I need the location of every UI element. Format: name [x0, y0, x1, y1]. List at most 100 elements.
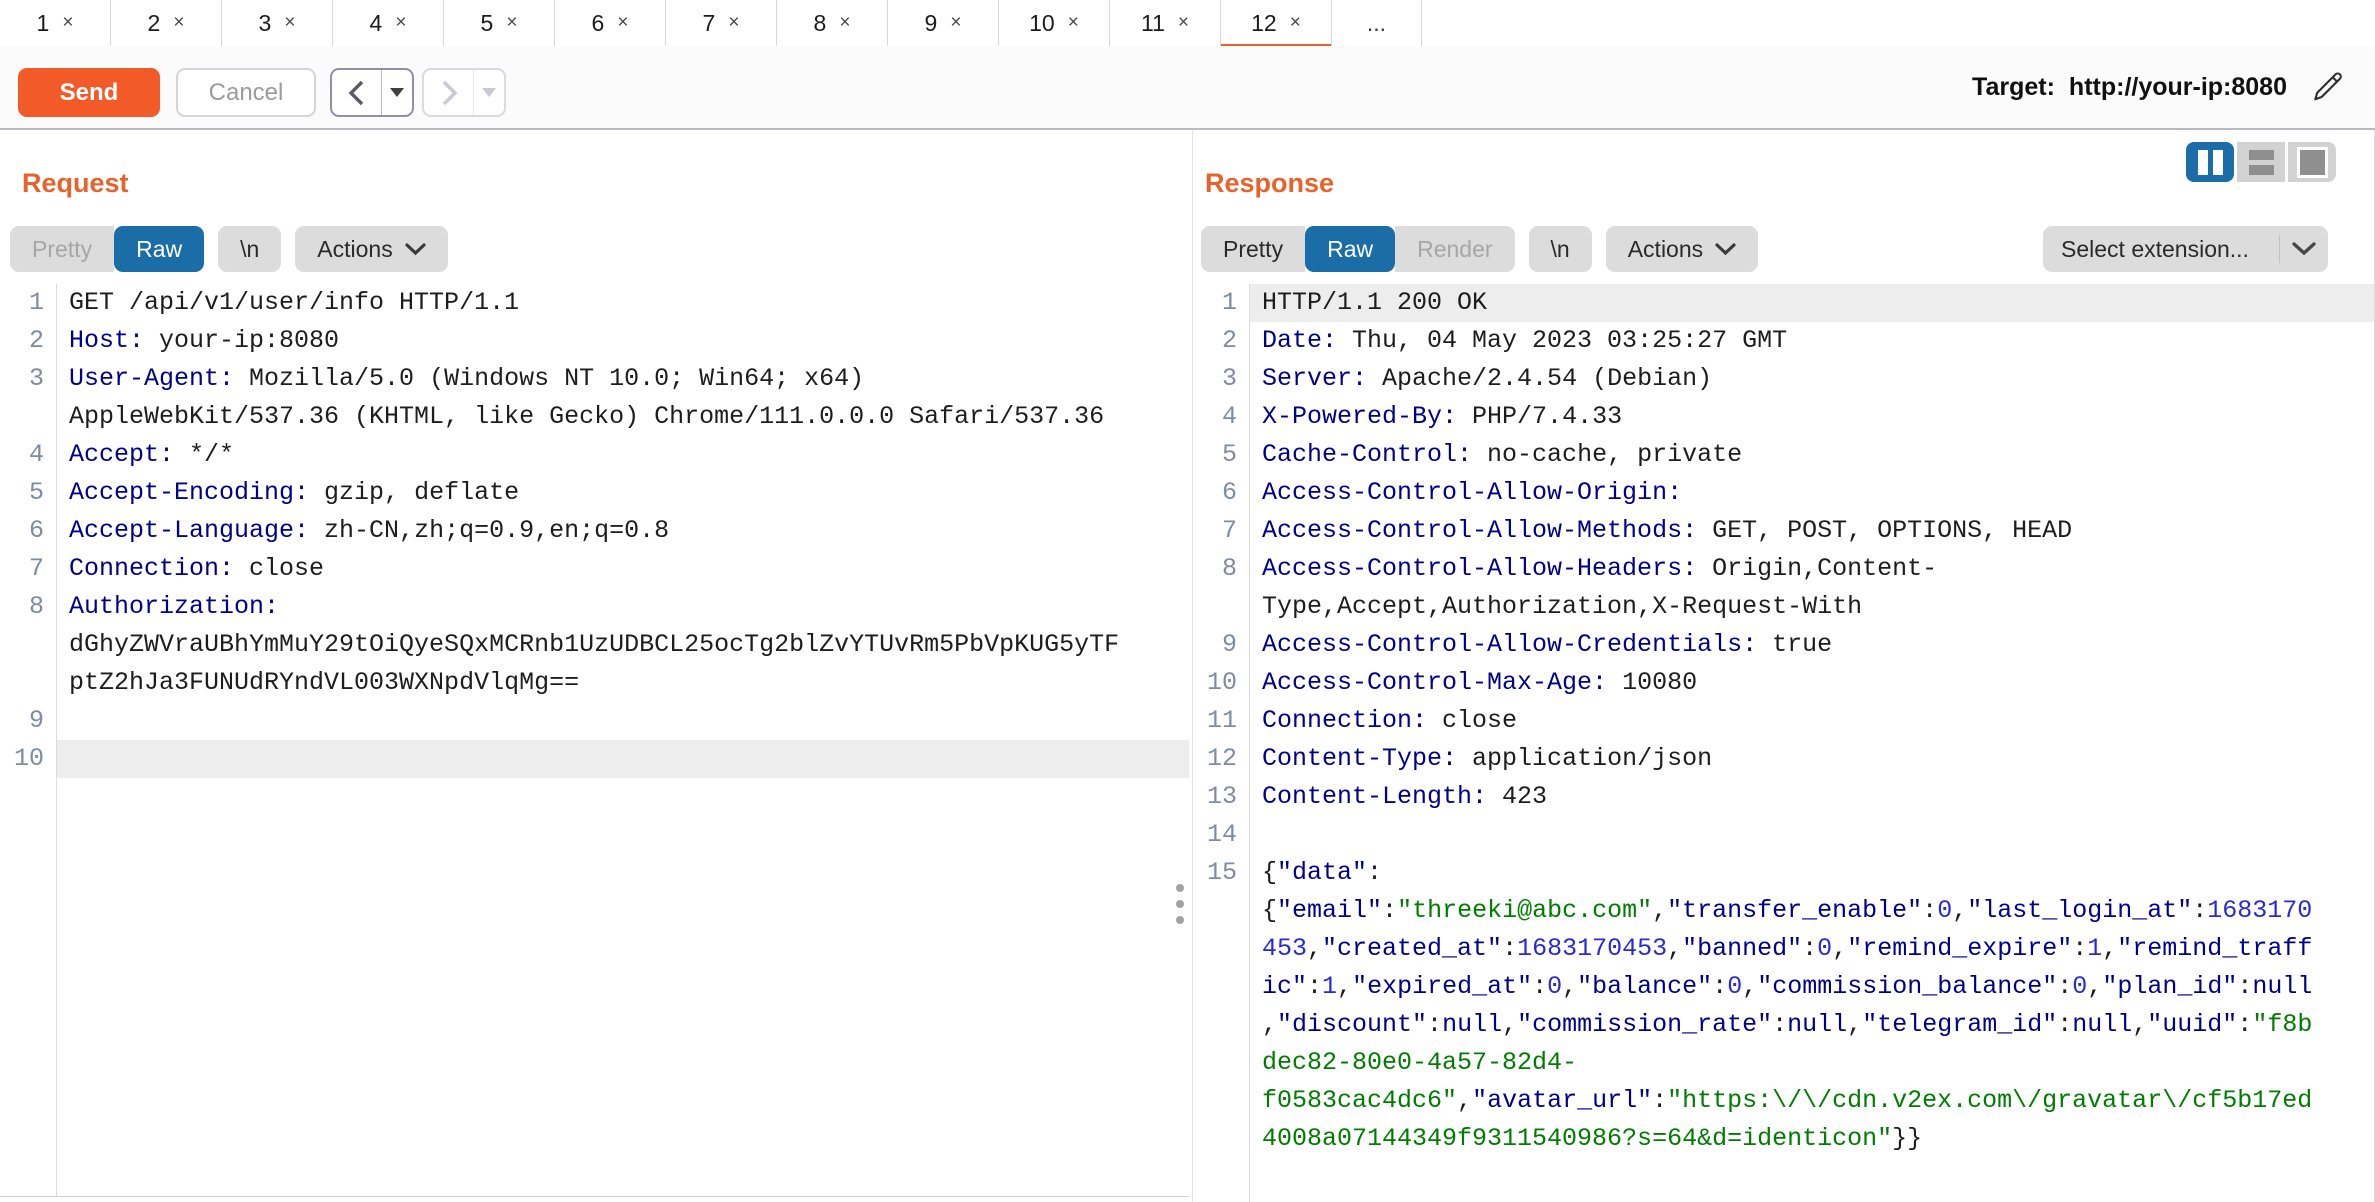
rows-layout-icon: [2249, 150, 2274, 175]
forward-history-dropdown[interactable]: [474, 70, 504, 115]
tab-close-icon[interactable]: ×: [617, 12, 628, 34]
repeater-tab-10[interactable]: 10×: [999, 0, 1110, 46]
tab-close-icon[interactable]: ×: [62, 12, 73, 34]
response-view-tabs: Pretty RawRender \n Actions: [1201, 226, 1758, 272]
view-tab-label: Actions: [317, 236, 392, 263]
repeater-tab-11[interactable]: 11 ×: [1110, 0, 1221, 46]
view-tab-label: \n: [240, 236, 259, 263]
repeater-tab-9[interactable]: 9×: [888, 0, 999, 46]
request-editor[interactable]: 1GET /api/v1/user/info HTTP/1.12Host: yo…: [0, 284, 1189, 1196]
repeater-tab-3[interactable]: 3×: [222, 0, 333, 46]
edit-target-icon[interactable]: [2309, 69, 2345, 105]
line-content: Host: your-ip:8080: [56, 322, 1189, 360]
view-tab-pretty[interactable]: Pretty: [10, 226, 114, 272]
dropdown-arrow-icon: [482, 88, 496, 97]
cancel-button[interactable]: Cancel: [176, 68, 316, 117]
request-panel: Request PrettyRaw\nActions 1GET /api/v1/…: [0, 130, 1189, 1197]
tab-close-icon[interactable]: ×: [950, 12, 961, 34]
view-tab-actions[interactable]: Actions: [1606, 226, 1758, 272]
line-content: Authorization: dGhyZWVraUBhYmMuY29tOiQye…: [56, 588, 1189, 702]
extension-dropdown[interactable]: Select extension...: [2043, 226, 2328, 272]
view-tab-label: Raw: [136, 236, 182, 263]
rows-layout-button[interactable]: [2237, 142, 2285, 182]
forward-button[interactable]: [424, 70, 473, 115]
view-tab-raw[interactable]: Raw: [1305, 226, 1395, 272]
line-number: 7: [1193, 512, 1249, 550]
line-number: 9: [1193, 626, 1249, 664]
code-line: 1HTTP/1.1 200 OK: [1193, 284, 2374, 322]
tab-close-icon[interactable]: ×: [1290, 12, 1301, 34]
tab-close-icon[interactable]: ×: [506, 12, 517, 34]
code-line: 9: [0, 702, 1189, 740]
request-view-tabs: Pretty Raw \n Actions: [10, 226, 448, 272]
code-line: 11Connection: close: [1193, 702, 2374, 740]
response-editor[interactable]: 1HTTP/1.1 200 OK2Date: Thu, 04 May 2023 …: [1193, 284, 2374, 1202]
repeater-tab-5[interactable]: 5×: [444, 0, 555, 46]
code-line: 5Cache-Control: no-cache, private: [1193, 436, 2374, 474]
tab-close-icon[interactable]: ×: [1178, 12, 1189, 34]
tab-label: 5: [481, 10, 494, 37]
back-button[interactable]: [332, 70, 381, 115]
repeater-tab-bar: 1×2×3×4×5×6×7×8×9×10×11×12×...: [0, 0, 2375, 48]
code-line: 7Access-Control-Allow-Methods: GET, POST…: [1193, 512, 2374, 550]
repeater-tab-2[interactable]: 2×: [111, 0, 222, 46]
code-line: 15{"data":{"email":"threeki@abc.com","tr…: [1193, 854, 2374, 1158]
view-tab-n[interactable]: \n: [1529, 226, 1592, 272]
repeater-tab-6[interactable]: 6×: [555, 0, 666, 46]
repeater-tab-8[interactable]: 8×: [777, 0, 888, 46]
view-tab-raw[interactable]: Raw: [114, 226, 204, 272]
tab-label: 3: [259, 10, 272, 37]
line-content: [56, 702, 1189, 740]
code-line: 2Date: Thu, 04 May 2023 03:25:27 GMT: [1193, 322, 2374, 360]
line-content: [1249, 816, 2374, 854]
line-number: 8: [1193, 550, 1249, 626]
line-content: HTTP/1.1 200 OK: [1249, 284, 2374, 322]
code-line: 7Connection: close: [0, 550, 1189, 588]
repeater-tab-1[interactable]: 1×: [0, 0, 111, 46]
tab-close-icon[interactable]: ×: [728, 12, 739, 34]
line-content: Access-Control-Allow-Headers: Origin,Con…: [1249, 550, 2374, 626]
view-tab-label: Pretty: [1223, 236, 1283, 263]
columns-layout-button[interactable]: [2186, 142, 2234, 182]
toolbar: Send Cancel Target: http://your-ip:8080: [0, 46, 2375, 130]
tab-close-icon[interactable]: ×: [839, 12, 850, 34]
tab-close-icon[interactable]: ×: [173, 12, 184, 34]
view-tab-n[interactable]: \n: [218, 226, 281, 272]
pane-divider-handle[interactable]: [1176, 884, 1184, 924]
tab-label: 9: [925, 10, 938, 37]
view-tab-render[interactable]: Render: [1395, 226, 1514, 272]
columns-layout-icon: [2198, 150, 2223, 175]
extension-dropdown-label: Select extension...: [2043, 236, 2279, 263]
line-number: 12: [1193, 740, 1249, 778]
tab-label: 8: [814, 10, 827, 37]
response-panel: Response Pretty RawRender \n Actions Select…: [1192, 130, 2375, 1202]
view-tab-pretty[interactable]: Pretty: [1201, 226, 1305, 272]
tab-close-icon[interactable]: ×: [284, 12, 295, 34]
tab-close-icon[interactable]: ×: [395, 12, 406, 34]
new-tab-overflow[interactable]: ...: [1332, 0, 1422, 46]
repeater-tab-12[interactable]: 12×: [1221, 0, 1332, 46]
repeater-tab-4[interactable]: 4×: [333, 0, 444, 46]
line-content: User-Agent: Mozilla/5.0 (Windows NT 10.0…: [56, 360, 1189, 436]
response-toolbar: Pretty RawRender \n Actions Select extensio…: [1201, 226, 2374, 272]
chevron-right-icon: [438, 79, 460, 107]
back-history-dropdown[interactable]: [382, 70, 412, 115]
dropdown-arrow-icon: [390, 88, 404, 97]
single-layout-button[interactable]: [2288, 142, 2336, 182]
repeater-tab-7[interactable]: 7×: [666, 0, 777, 46]
line-content: Content-Length: 423: [1249, 778, 2374, 816]
chevron-down-icon: [1715, 243, 1736, 256]
code-line: 14: [1193, 816, 2374, 854]
chevron-down-icon: [2280, 241, 2328, 257]
code-line: 1GET /api/v1/user/info HTTP/1.1: [0, 284, 1189, 322]
tab-close-icon[interactable]: ×: [1068, 12, 1079, 34]
line-number: 13: [1193, 778, 1249, 816]
line-number: 7: [0, 550, 56, 588]
send-button[interactable]: Send: [18, 68, 160, 117]
view-tab-actions[interactable]: Actions: [295, 226, 447, 272]
code-line: 4Accept: */*: [0, 436, 1189, 474]
code-line: 5Accept-Encoding: gzip, deflate: [0, 474, 1189, 512]
tab-label: 11: [1141, 10, 1165, 37]
response-panel-title: Response: [1205, 168, 1334, 199]
single-layout-icon: [2297, 147, 2328, 178]
